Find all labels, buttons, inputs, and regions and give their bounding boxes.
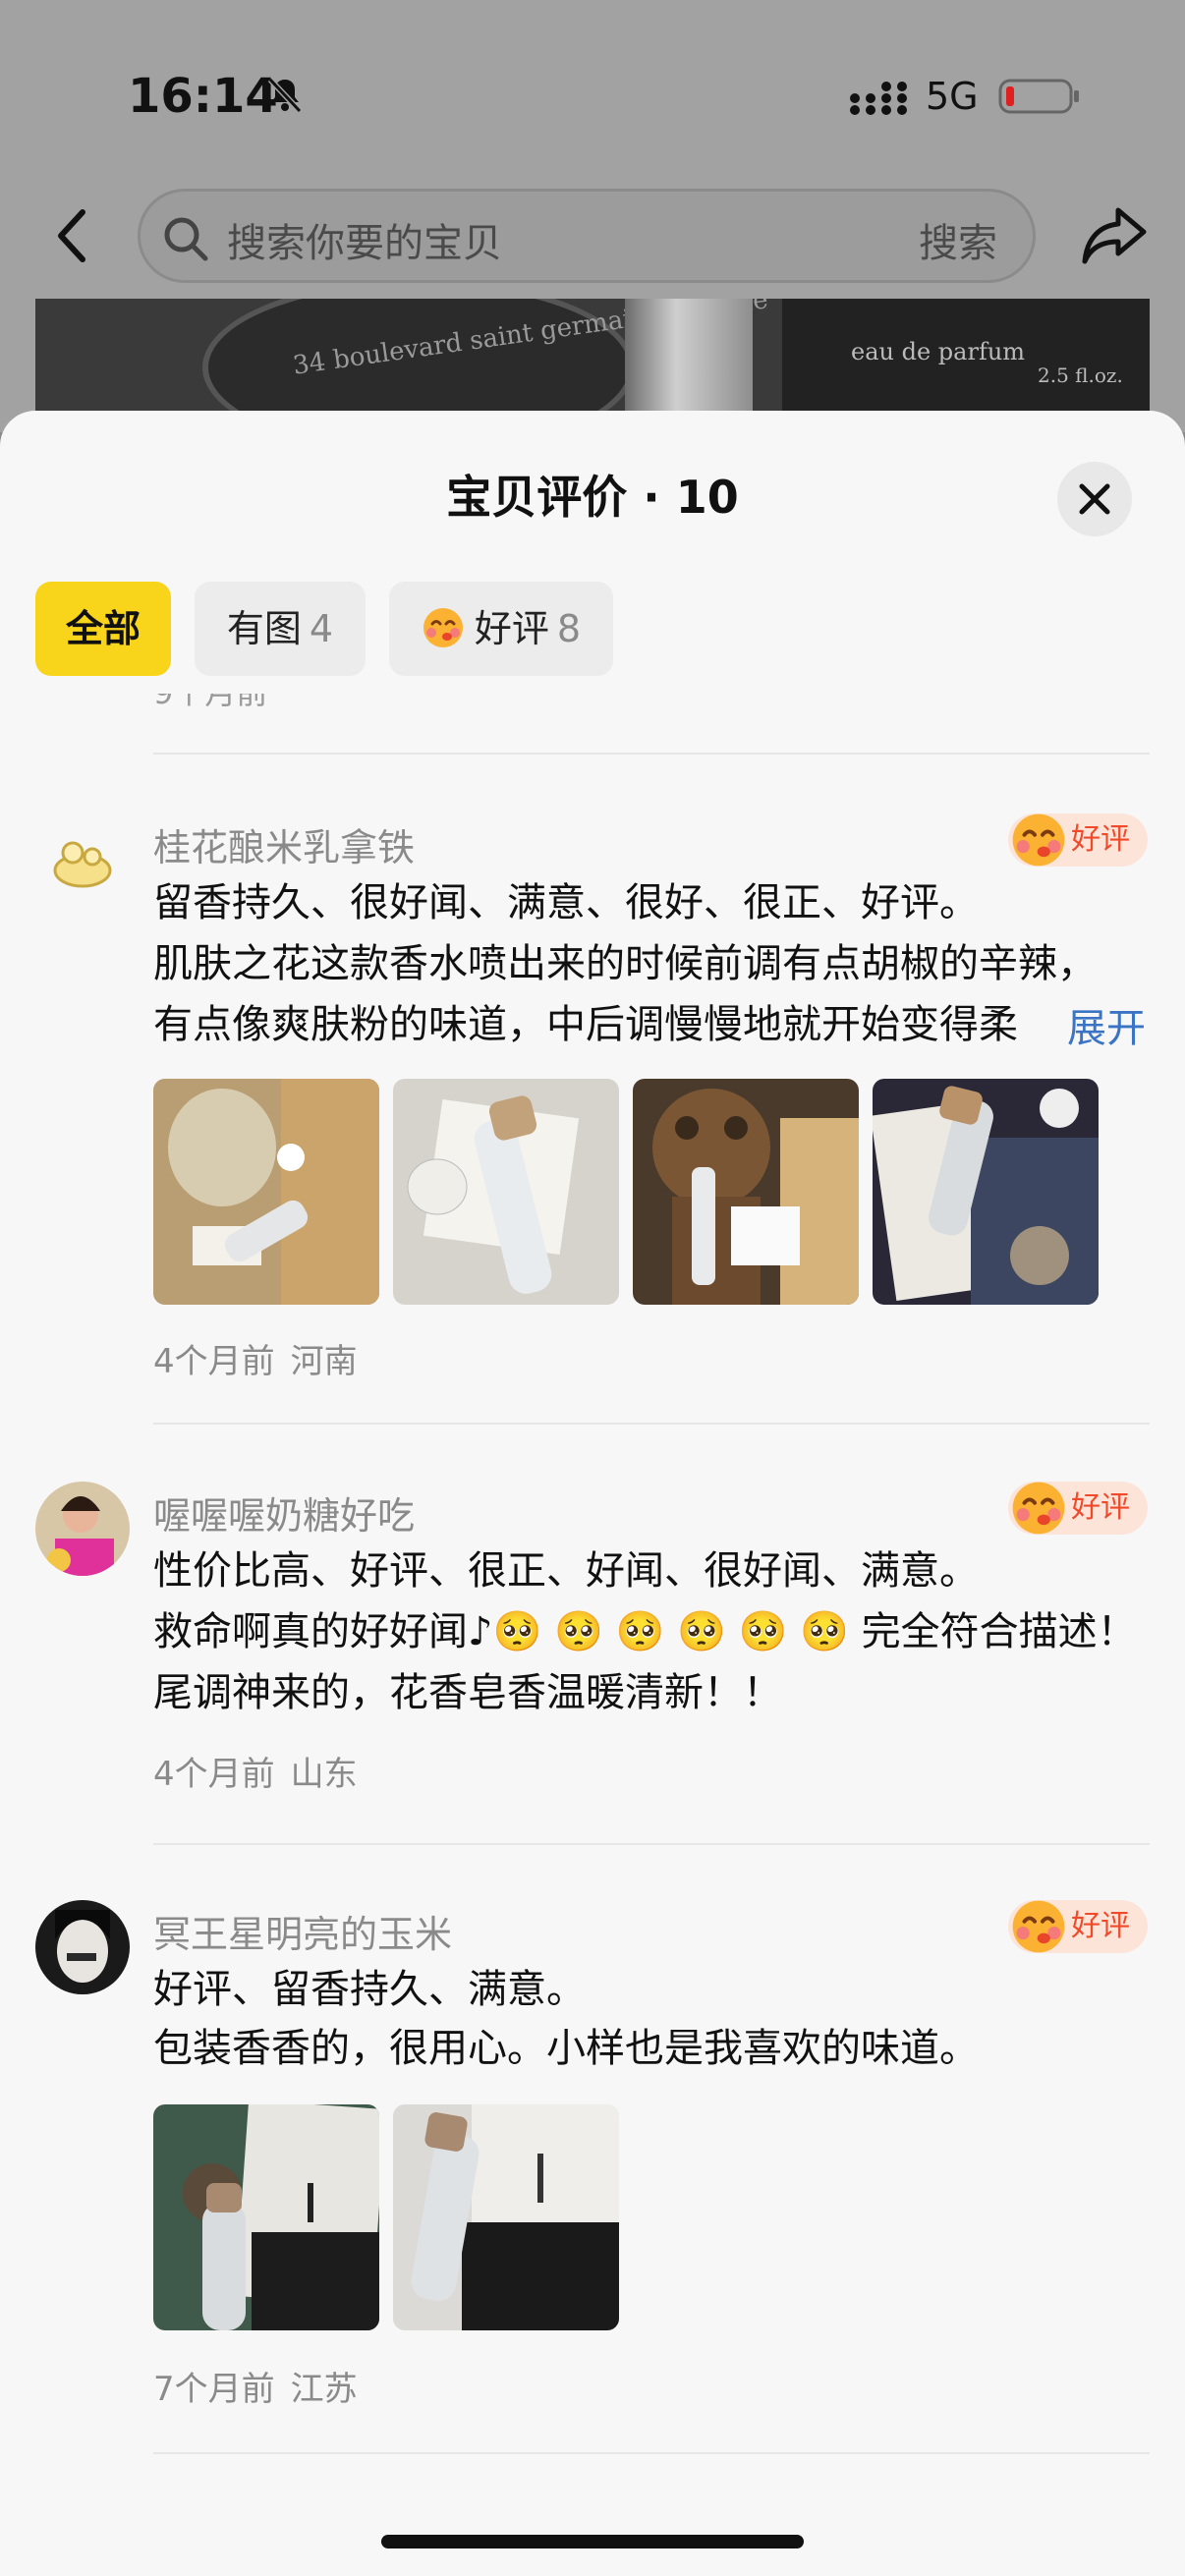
review-line: 包装香香的，很用心。小样也是我喜欢的味道。 — [153, 2026, 979, 2071]
divider — [153, 2452, 1150, 2454]
back-icon[interactable] — [51, 206, 94, 265]
expand-link[interactable]: 展开 — [1028, 996, 1146, 1053]
review-photo[interactable] — [153, 2104, 379, 2330]
bell-slash-icon — [267, 77, 303, 114]
avatar[interactable] — [35, 1482, 130, 1576]
filter-positive-count: 8 — [556, 607, 582, 650]
filter-with-photos-label: 有图 — [226, 607, 302, 650]
smiling-face-icon — [1012, 1482, 1065, 1535]
search-placeholder: 搜索你要的宝贝 — [227, 221, 502, 266]
review-meta: 7个月前 江苏 — [153, 2362, 358, 2410]
review-list[interactable]: 9个月前 桂花酿米乳拿铁 好 — [0, 694, 1185, 2576]
review-line: 留香持久、很好闻、满意、很好、很正、好评。 — [153, 880, 979, 925]
box-size-label: 2.5 fl.oz. — [1038, 364, 1123, 387]
status-bar: 16:14 5G — [0, 0, 1185, 177]
filter-all-chip[interactable]: 全部 — [35, 582, 171, 676]
user-name[interactable]: 冥王星明亮的玉米 — [153, 1904, 452, 1958]
review-line: 救命啊真的好好闻♪🥺 🥺 🥺 🥺 🥺 🥺 完全符合描述！ — [153, 1609, 1137, 1654]
home-indicator[interactable] — [381, 2535, 804, 2548]
review-line: 性价比高、好评、很正、好闻、很好闻、满意。 — [153, 1548, 979, 1594]
smiling-face-icon — [1012, 813, 1065, 867]
review-time: 4个月前 — [153, 1342, 275, 1381]
filter-with-photos-count: 4 — [309, 607, 334, 650]
review-line: 有点像爽肤粉的味道，中后调慢慢地就开始变得柔 — [153, 1002, 1018, 1047]
close-button[interactable] — [1057, 462, 1132, 536]
filter-all-label: 全部 — [65, 607, 141, 650]
avatar[interactable] — [35, 1900, 130, 1994]
review-meta: 4个月前 山东 — [153, 1747, 358, 1795]
review-line: 肌肤之花这款香水喷出来的时候前调有点胡椒的辛辣， — [153, 941, 1097, 986]
search-input[interactable]: 搜索你要的宝贝 搜索 — [138, 189, 1036, 283]
positive-badge-label: 好评 — [1071, 822, 1130, 857]
search-icon — [164, 217, 208, 261]
review-line: 尾调神来的，花香皂香温暖清新！！ — [153, 1670, 782, 1715]
review-time: 4个月前 — [153, 1755, 275, 1794]
background-page: 16:14 5G 搜索你要的宝贝 搜索 34 boulevard saint g… — [0, 0, 1185, 432]
review-location: 河南 — [290, 1342, 358, 1381]
review-photo[interactable] — [393, 1079, 619, 1305]
user-name[interactable]: 桂花酿米乳拿铁 — [153, 817, 415, 871]
smiling-face-icon — [423, 608, 463, 647]
search-button[interactable]: 搜索 — [919, 211, 997, 268]
smiling-face-icon — [1012, 1900, 1065, 1953]
review-location: 山东 — [290, 1755, 358, 1794]
previous-review-meta: 9个月前 — [153, 694, 267, 713]
divider — [153, 1843, 1150, 1845]
review-photo[interactable] — [873, 1079, 1099, 1305]
review-meta: 4个月前 河南 — [153, 1334, 358, 1382]
close-icon — [1079, 483, 1110, 515]
divider — [153, 753, 1150, 755]
positive-badge: 好评 — [1008, 1900, 1148, 1953]
avatar[interactable] — [35, 813, 130, 908]
reviews-sheet: 宝贝评价 · 10 全部 有图4 好评8 9个月前 — [0, 411, 1185, 2576]
signal-icon — [850, 82, 907, 115]
review-photo[interactable] — [393, 2104, 619, 2330]
filter-positive-chip[interactable]: 好评 8 — [389, 582, 613, 676]
battery-icon — [998, 79, 1079, 114]
sheet-title: 宝贝评价 · 10 — [446, 471, 739, 524]
filter-positive-label: 好评 — [474, 607, 549, 650]
nav-bar: 搜索你要的宝贝 搜索 — [0, 177, 1185, 300]
review-line: 好评、留香持久、满意。 — [153, 1967, 586, 2012]
positive-badge: 好评 — [1008, 1482, 1148, 1535]
divider — [153, 1423, 1150, 1425]
review-photo[interactable] — [633, 1079, 859, 1305]
user-name[interactable]: 喔喔喔奶糖好吃 — [153, 1485, 415, 1540]
review-time: 7个月前 — [153, 2370, 275, 2409]
share-icon[interactable] — [1079, 202, 1150, 267]
positive-badge-label: 好评 — [1071, 1909, 1130, 1943]
positive-badge-label: 好评 — [1071, 1490, 1130, 1525]
box-label: eau de parfum — [851, 338, 1026, 365]
network-label: 5G — [926, 75, 979, 118]
status-time: 16:14 — [128, 69, 278, 124]
positive-badge: 好评 — [1008, 813, 1148, 867]
review-photo[interactable] — [153, 1079, 379, 1305]
filter-with-photos-chip[interactable]: 有图 4 — [195, 582, 366, 676]
review-location: 江苏 — [290, 2370, 358, 2409]
